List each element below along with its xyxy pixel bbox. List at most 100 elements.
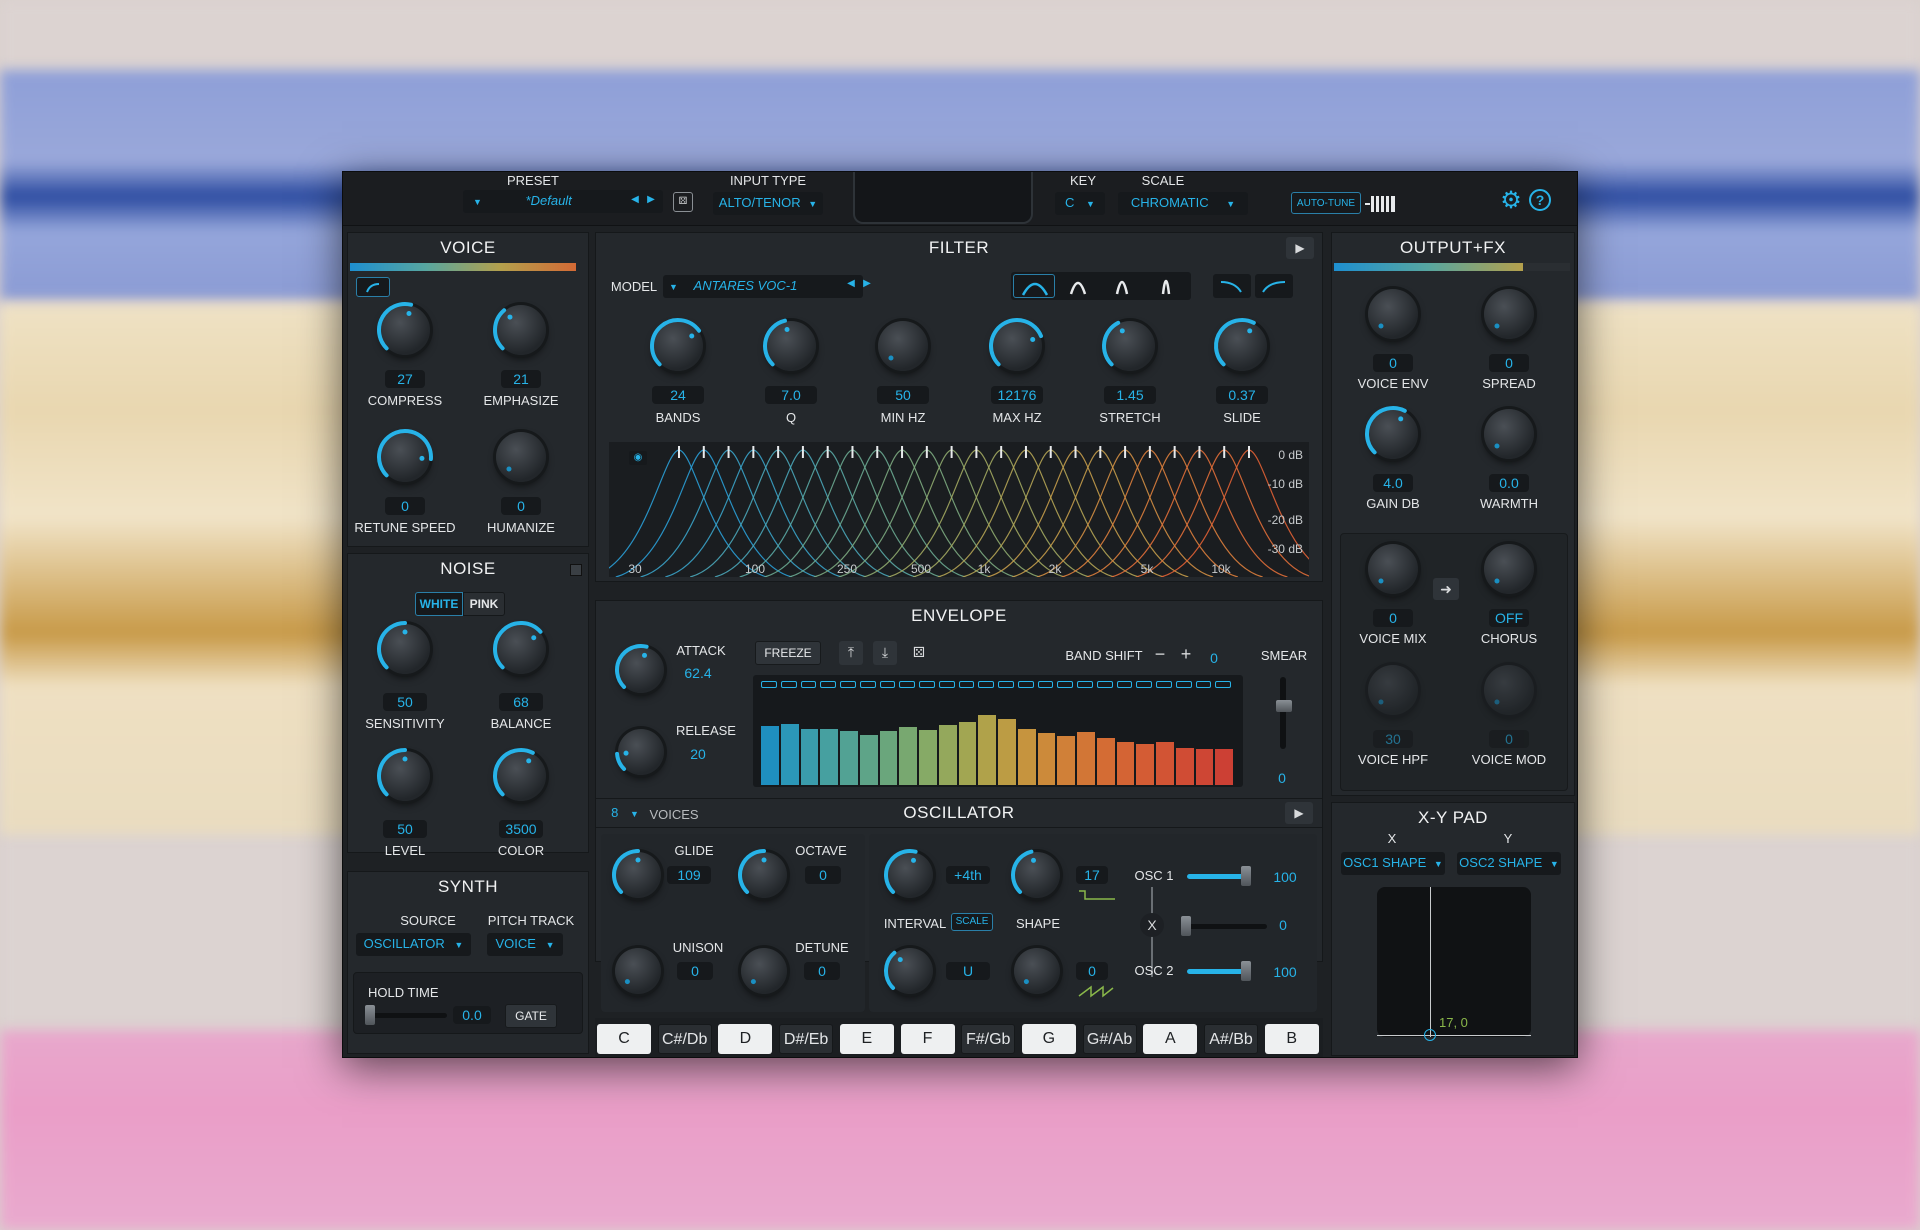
humanize-knob[interactable] [496, 432, 546, 482]
hold-time-slider[interactable] [367, 1013, 447, 1018]
glide-knob[interactable] [612, 849, 661, 898]
key-f-gb[interactable]: F#/Gb [961, 1024, 1016, 1054]
spread-knob[interactable] [1484, 289, 1534, 339]
model-next-icon[interactable]: ▶ [861, 278, 873, 289]
stretch-knob[interactable] [1102, 320, 1155, 371]
voice-hpf-knob[interactable] [1368, 665, 1418, 715]
warmth-value: 0.0 [1489, 474, 1529, 492]
oscillator-play-icon[interactable]: ▶ [1285, 802, 1313, 824]
key-f[interactable]: F [900, 1024, 955, 1054]
plugin-window: PRESET ▼ *Default ◀ ▶ ⚄ INPUT TYPE ALTO/… [342, 171, 1578, 1058]
osc2-slider-handle[interactable] [1241, 961, 1251, 981]
band-level-bar [1116, 742, 1135, 785]
key-c-db[interactable]: C#/Db [657, 1024, 712, 1054]
input-type-dropdown[interactable]: ALTO/TENOR ▼ [713, 192, 823, 215]
keyboard-icon[interactable] [1365, 196, 1395, 212]
key-a[interactable]: A [1143, 1024, 1198, 1054]
voice-mix-knob[interactable] [1368, 544, 1418, 594]
xy-pad-area[interactable]: 17, 0 [1377, 887, 1531, 1041]
dice-random-icon[interactable]: ⚄ [673, 192, 693, 212]
preset-next-icon[interactable]: ▶ [645, 194, 657, 205]
filter-shape-3-button[interactable] [1101, 274, 1143, 298]
filter-shape-1-button[interactable] [1013, 274, 1055, 298]
xy-x-dropdown[interactable]: OSC1 SHAPE ▼ [1341, 852, 1445, 875]
x-value: 0 [1279, 917, 1287, 933]
compress-knob[interactable] [377, 302, 430, 355]
bands-knob[interactable] [650, 318, 703, 371]
key-d-eb[interactable]: D#/Eb [779, 1024, 834, 1054]
plus-icon[interactable]: + [1177, 644, 1195, 665]
xy-y-dropdown[interactable]: OSC2 SHAPE ▼ [1457, 852, 1561, 875]
detune-knob[interactable] [741, 948, 787, 994]
voice-mod-knob[interactable] [1484, 665, 1534, 715]
arrow-right-icon[interactable]: ➜ [1433, 578, 1459, 600]
model-dropdown[interactable]: ▼ ANTARES VOC-1 [663, 275, 863, 298]
color-knob[interactable] [493, 748, 546, 801]
shape-bottom-knob[interactable] [1014, 948, 1060, 994]
dice-icon[interactable]: ⚄ [907, 641, 931, 665]
x-slider-handle[interactable] [1181, 916, 1191, 936]
hold-time-slider-handle[interactable] [365, 1005, 375, 1025]
shape-top-knob[interactable] [1011, 849, 1060, 898]
smear-slider-handle[interactable] [1276, 700, 1292, 712]
retune-speed-knob[interactable] [377, 429, 433, 482]
x-slider[interactable] [1185, 924, 1267, 929]
upload-icon[interactable]: ⤒ [839, 641, 863, 665]
key-c[interactable]: C [597, 1024, 651, 1054]
graph-eye-icon[interactable]: ◉ [629, 451, 647, 465]
band-level-bar [800, 729, 819, 785]
filter-shape-4-button[interactable] [1145, 274, 1187, 298]
gate-button[interactable]: GATE [505, 1004, 557, 1028]
scale-button[interactable]: SCALE [951, 913, 993, 931]
minus-icon[interactable]: − [1151, 644, 1169, 665]
lowpass-button[interactable] [1213, 274, 1251, 298]
attack-knob[interactable] [615, 644, 664, 693]
gear-icon[interactable]: ⚙ [1498, 186, 1524, 215]
voice-env-knob[interactable] [1368, 289, 1418, 339]
max-hz-knob[interactable] [989, 318, 1044, 371]
emphasize-knob[interactable] [493, 305, 546, 355]
osc1-slider-handle[interactable] [1241, 866, 1251, 886]
key-dropdown[interactable]: C ▼ [1055, 192, 1105, 215]
filter-shape-2-button[interactable] [1057, 274, 1099, 298]
xy-cursor[interactable] [1424, 1029, 1436, 1041]
scale-dropdown[interactable]: CHROMATIC ▼ [1118, 192, 1248, 215]
download-icon[interactable]: ⤓ [873, 641, 897, 665]
white-button[interactable]: WHITE [415, 592, 463, 616]
filter-play-icon[interactable]: ▶ [1286, 237, 1314, 259]
key-e[interactable]: E [839, 1024, 894, 1054]
key-b[interactable]: B [1264, 1024, 1319, 1054]
interval-bottom-knob[interactable] [884, 948, 933, 994]
noise-enable-toggle[interactable] [570, 564, 582, 576]
voice-curve-button[interactable] [356, 277, 390, 297]
color-knob-ring [493, 748, 535, 797]
highpass-button[interactable] [1255, 274, 1293, 298]
warmth-knob[interactable] [1484, 409, 1534, 459]
key-g-ab[interactable]: G#/Ab [1082, 1024, 1137, 1054]
octave-knob[interactable] [738, 849, 787, 898]
freeze-button[interactable]: FREEZE [755, 641, 821, 665]
model-prev-icon[interactable]: ◀ [845, 278, 857, 289]
key-a-bb[interactable]: A#/Bb [1204, 1024, 1258, 1054]
x-mod-circle[interactable]: X [1140, 913, 1164, 937]
sensitivity-knob[interactable] [377, 621, 430, 674]
source-dropdown[interactable]: OSCILLATOR ▼ [356, 933, 471, 956]
pink-button[interactable]: PINK [463, 592, 505, 616]
min-hz-knob[interactable] [878, 321, 928, 371]
gain-db-knob[interactable] [1365, 406, 1418, 459]
autotune-button[interactable]: AUTO-TUNE [1291, 192, 1361, 214]
chorus-knob[interactable] [1484, 544, 1534, 594]
release-knob[interactable] [615, 729, 664, 775]
slide-knob[interactable] [1214, 318, 1267, 371]
pitch-track-dropdown[interactable]: VOICE ▼ [487, 933, 563, 956]
interval-top-knob[interactable] [884, 849, 933, 898]
unison-knob[interactable] [615, 948, 661, 994]
q-knob[interactable] [763, 318, 816, 371]
preset-prev-icon[interactable]: ◀ [629, 194, 641, 205]
level-knob[interactable] [377, 748, 430, 801]
help-icon[interactable]: ? [1529, 189, 1551, 211]
key-g[interactable]: G [1021, 1024, 1076, 1054]
smear-slider[interactable] [1280, 677, 1286, 749]
key-d[interactable]: D [718, 1024, 773, 1054]
balance-knob[interactable] [493, 621, 546, 674]
